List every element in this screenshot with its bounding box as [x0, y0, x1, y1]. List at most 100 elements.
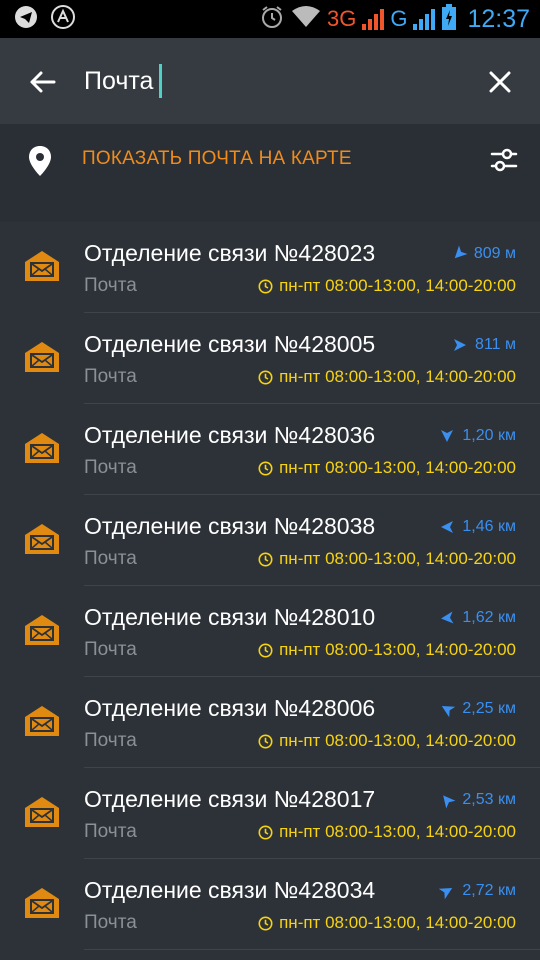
- text-caret: [159, 64, 163, 98]
- signal-icon-2: [413, 8, 436, 30]
- item-title: Отделение связи №428006: [84, 695, 376, 721]
- item-category: Почта: [84, 275, 137, 296]
- item-category: Почта: [84, 821, 137, 842]
- hours-text: пн-пт 08:00-13:00, 14:00-20:00: [279, 822, 516, 841]
- item-category: Почта: [84, 912, 137, 933]
- distance-text: 2,25 км: [462, 700, 516, 717]
- hours-text: пн-пт 08:00-13:00, 14:00-20:00: [279, 549, 516, 568]
- mail-icon: [24, 341, 60, 378]
- results-list: Отделение связи №428023 Почта 809 м пн-п…: [0, 222, 540, 950]
- item-hours: пн-пт 08:00-13:00, 14:00-20:00: [258, 822, 516, 842]
- item-category: Почта: [84, 457, 137, 478]
- item-hours: пн-пт 08:00-13:00, 14:00-20:00: [258, 549, 516, 569]
- direction-arrow-icon: [441, 521, 454, 533]
- direction-arrow-icon: [443, 795, 456, 809]
- arrow-left-icon: [30, 71, 56, 93]
- direction-arrow-icon: [441, 430, 454, 442]
- mail-icon: [24, 887, 60, 924]
- a-circle-icon: [50, 4, 76, 35]
- direction-arrow-icon: [454, 245, 468, 259]
- item-title: Отделение связи №428023: [84, 240, 376, 266]
- item-title: Отделение связи №428036: [84, 422, 376, 448]
- distance-text: 811 м: [475, 336, 516, 353]
- item-title: Отделение связи №428034: [84, 877, 376, 903]
- list-item[interactable]: Отделение связи №428023 Почта 809 м пн-п…: [0, 222, 540, 313]
- clock-icon: [258, 825, 273, 839]
- network-type-3g: 3G: [326, 6, 357, 31]
- distance-text: 2,53 км: [462, 791, 516, 808]
- direction-arrow-icon: [441, 611, 454, 624]
- direction-arrow-icon: [439, 888, 453, 900]
- item-distance: 1,62 км: [440, 609, 516, 627]
- direction-arrow-icon: [454, 339, 467, 351]
- item-hours: пн-пт 08:00-13:00, 14:00-20:00: [258, 640, 516, 660]
- clock-icon: [258, 643, 273, 657]
- mail-icon: [24, 523, 60, 560]
- item-distance: 811 м: [453, 336, 516, 354]
- item-title: Отделение связи №428010: [84, 604, 376, 630]
- item-hours: пн-пт 08:00-13:00, 14:00-20:00: [258, 276, 516, 296]
- clock-icon: [258, 370, 273, 384]
- item-hours: пн-пт 08:00-13:00, 14:00-20:00: [258, 913, 516, 933]
- mail-icon: [24, 432, 60, 469]
- back-button[interactable]: [22, 62, 62, 102]
- hours-text: пн-пт 08:00-13:00, 14:00-20:00: [279, 913, 516, 932]
- distance-text: 1,46 км: [462, 518, 516, 535]
- item-category: Почта: [84, 730, 137, 751]
- divider: [84, 949, 540, 950]
- distance-text: 1,20 км: [462, 427, 516, 444]
- wifi-icon: [291, 5, 321, 34]
- clock-icon: [258, 279, 273, 293]
- list-item[interactable]: Отделение связи №428017 Почта 2,53 км пн…: [0, 768, 540, 859]
- item-title: Отделение связи №428038: [84, 513, 376, 539]
- hours-text: пн-пт 08:00-13:00, 14:00-20:00: [279, 276, 516, 295]
- direction-arrow-icon: [442, 706, 456, 718]
- clock-icon: [258, 916, 273, 930]
- search-bar: Почта: [0, 38, 540, 124]
- clear-search-button[interactable]: [480, 62, 520, 102]
- sliders-icon[interactable]: [490, 146, 518, 179]
- signal-icon: [362, 8, 385, 30]
- distance-text: 2,72 км: [462, 882, 516, 899]
- item-distance: 2,72 км: [439, 882, 516, 900]
- battery-icon: [441, 3, 457, 35]
- search-input[interactable]: Почта: [84, 60, 163, 102]
- mail-icon: [24, 614, 60, 651]
- show-on-map-label[interactable]: ПОКАЗАТЬ ПОЧТА НА КАРТЕ: [82, 148, 352, 170]
- clock-icon: [258, 552, 273, 566]
- list-item[interactable]: Отделение связи №428038 Почта 1,46 км пн…: [0, 495, 540, 586]
- item-hours: пн-пт 08:00-13:00, 14:00-20:00: [258, 367, 516, 387]
- hours-text: пн-пт 08:00-13:00, 14:00-20:00: [279, 731, 516, 750]
- mail-icon: [24, 250, 60, 287]
- item-distance: 2,25 км: [440, 700, 516, 718]
- item-category: Почта: [84, 366, 137, 387]
- list-item[interactable]: Отделение связи №428006 Почта 2,25 км пн…: [0, 677, 540, 768]
- item-distance: 2,53 км: [440, 791, 516, 809]
- clock-icon: [258, 461, 273, 475]
- mail-icon: [24, 796, 60, 833]
- item-category: Почта: [84, 548, 137, 569]
- item-category: Почта: [84, 639, 137, 660]
- list-item[interactable]: Отделение связи №428036 Почта 1,20 км пн…: [0, 404, 540, 495]
- alarm-icon: [259, 4, 285, 35]
- hours-text: пн-пт 08:00-13:00, 14:00-20:00: [279, 367, 516, 386]
- item-hours: пн-пт 08:00-13:00, 14:00-20:00: [258, 731, 516, 751]
- close-icon: [489, 71, 511, 93]
- item-hours: пн-пт 08:00-13:00, 14:00-20:00: [258, 458, 516, 478]
- show-on-map-row[interactable]: ПОКАЗАТЬ ПОЧТА НА КАРТЕ: [0, 124, 540, 222]
- list-item[interactable]: Отделение связи №428034 Почта 2,72 км пн…: [0, 859, 540, 950]
- clock: 12:37: [467, 4, 530, 33]
- status-bar: 3G G 12:37: [0, 0, 540, 38]
- list-item[interactable]: Отделение связи №428005 Почта 811 м пн-п…: [0, 313, 540, 404]
- search-query: Почта: [84, 66, 154, 95]
- hours-text: пн-пт 08:00-13:00, 14:00-20:00: [279, 458, 516, 477]
- distance-text: 1,62 км: [462, 609, 516, 626]
- item-distance: 1,20 км: [440, 427, 516, 445]
- location-pin-icon: [26, 144, 54, 183]
- item-distance: 1,46 км: [440, 518, 516, 536]
- mail-icon: [24, 705, 60, 742]
- item-distance: 809 м: [452, 245, 516, 263]
- item-title: Отделение связи №428005: [84, 331, 376, 357]
- clock-icon: [258, 734, 273, 748]
- list-item[interactable]: Отделение связи №428010 Почта 1,62 км пн…: [0, 586, 540, 677]
